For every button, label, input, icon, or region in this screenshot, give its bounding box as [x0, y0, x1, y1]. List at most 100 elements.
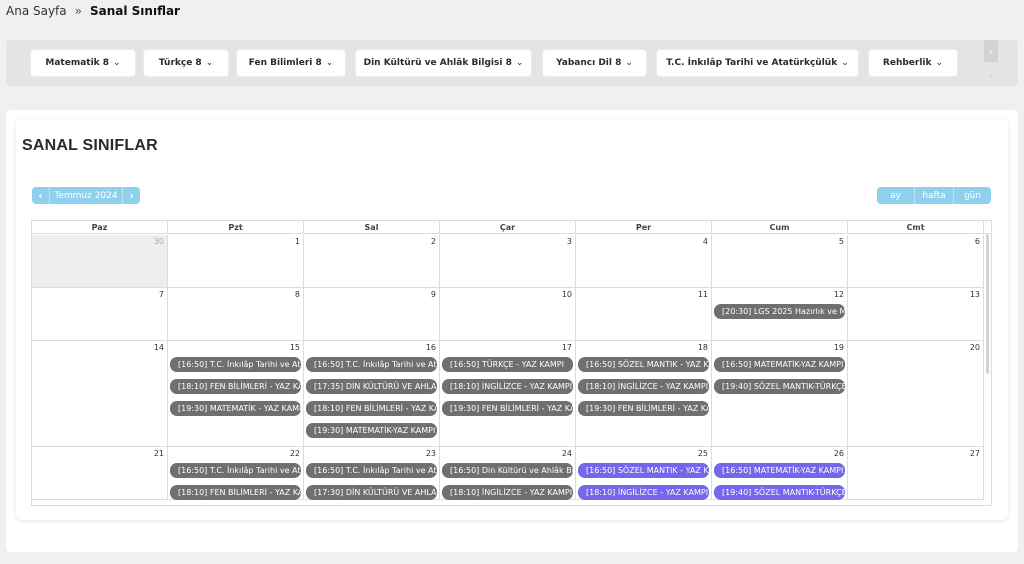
calendar-event[interactable]: [16:50] TÜRKÇE - YAZ KAMPI [442, 357, 573, 372]
weekday-header: Cum [712, 221, 848, 234]
subject-dropdown-yabanci-dil[interactable]: Yabancı Dil 8 ⌄ [543, 50, 646, 76]
calendar-event[interactable]: [17:30] DİN KÜLTÜRÜ VE AHLAK BİLGİSİ [306, 485, 437, 500]
calendar-day-cell[interactable]: 3 [440, 235, 576, 288]
breadcrumb-home-link[interactable]: Ana Sayfa [6, 4, 67, 18]
calendar-event[interactable]: [16:50] MATEMATİK-YAZ KAMPI [714, 463, 845, 478]
calendar-event[interactable]: [16:50] SÖZEL MANTIK - YAZ KAMPI [578, 357, 709, 372]
month-navigation: ‹ Temmuz 2024 › [32, 187, 140, 204]
subject-bar: Matematik 8 ⌄ Türkçe 8 ⌄ Fen Bilimleri 8 ⌄ … [6, 40, 1018, 86]
breadcrumb: Ana Sayfa » Sanal Sınıflar [6, 3, 180, 19]
day-number: 11 [697, 290, 708, 299]
subject-label: T.C. İnkılâp Tarihi ve Atatürkçülük [666, 58, 838, 68]
chevron-down-icon: ⌄ [935, 58, 944, 68]
day-number: 21 [153, 449, 164, 458]
month-calendar-grid: Paz Pzt Sal Çar Per Cum Cmt 30 1 2 3 4 5 6 7 8 9 10 11 12 1… [31, 220, 992, 506]
subject-label: Türkçe 8 [158, 58, 202, 68]
day-number: 15 [289, 343, 300, 352]
calendar-event[interactable]: [16:50] T.C. İnkılâp Tarihi ve Atatürkçü… [306, 357, 437, 372]
subject-dropdown-turkce[interactable]: Türkçe 8 ⌄ [144, 50, 228, 76]
day-number: 7 [158, 290, 164, 299]
calendar-day-cell[interactable]: 27 [848, 447, 984, 500]
calendar-event[interactable]: [19:30] FEN BİLİMLERİ - YAZ KAMPI [578, 401, 709, 416]
calendar-day-cell[interactable]: 8 [168, 288, 304, 341]
calendar-event[interactable]: [16:50] SÖZEL MANTIK - YAZ KAMPI [578, 463, 709, 478]
calendar-event[interactable]: [19:30] MATEMATİK-YAZ KAMPI [306, 423, 437, 438]
chevron-left-icon: ‹ [38, 189, 43, 202]
weekday-header: Pzt [168, 221, 304, 234]
calendar-day-cell[interactable]: 1 [168, 235, 304, 288]
calendar-event[interactable]: [16:50] T.C. İnkılâp Tarihi ve Atatürkçü… [170, 463, 301, 478]
calendar-day-cell[interactable]: 13 [848, 288, 984, 341]
chevron-down-icon: ⌄ [841, 58, 849, 68]
view-month-button[interactable]: ay [877, 187, 914, 204]
chevron-left-icon[interactable]: ‹ [984, 64, 998, 86]
calendar-event[interactable]: [18:10] FEN BİLİMLERİ - YAZ KAMPI [170, 485, 301, 500]
day-number: 18 [697, 343, 708, 352]
calendar-event[interactable]: [16:50] T.C. İnkılâp Tarihi ve Atatürkçü… [170, 357, 301, 372]
calendar-event[interactable]: [16:50] Din Kültürü ve Ahlâk Bilgisi [442, 463, 573, 478]
calendar-event[interactable]: [19:40] SÖZEL MANTIK-TÜRKÇE [714, 485, 845, 500]
chevron-right-icon[interactable]: › [984, 40, 998, 62]
subject-dropdown-din[interactable]: Din Kültürü ve Ahlâk Bilgisi 8 ⌄ [356, 50, 531, 76]
calendar-event[interactable]: [19:30] MATEMATİK - YAZ KAMPI [170, 401, 301, 416]
day-number: 20 [969, 343, 980, 352]
calendar-day-cell[interactable]: 20 [848, 341, 984, 447]
prev-month-button[interactable]: ‹ [32, 187, 50, 204]
subject-dropdown-matematik[interactable]: Matematik 8 ⌄ [31, 50, 135, 76]
day-number: 19 [833, 343, 844, 352]
calendar-day-cell[interactable]: 14 [32, 341, 168, 447]
weekday-header: Çar [440, 221, 576, 234]
weekday-header: Per [576, 221, 712, 234]
view-day-button[interactable]: gün [953, 187, 991, 204]
day-number: 22 [289, 449, 300, 458]
page-title: SANAL SINIFLAR [22, 137, 158, 154]
calendar-event[interactable]: [18:10] İNGİLİZCE - YAZ KAMPI [442, 485, 573, 500]
day-number: 25 [697, 449, 708, 458]
subject-label: Matematik 8 [45, 58, 110, 68]
day-number: 13 [969, 290, 980, 299]
calendar-event[interactable]: [20:30] LGS 2025 Hazırlık ve Motivasyon [714, 304, 845, 319]
calendar-day-cell[interactable]: 5 [712, 235, 848, 288]
calendar-event[interactable]: [19:40] SÖZEL MANTIK-TÜRKÇE [714, 379, 845, 394]
next-month-button[interactable]: › [122, 187, 140, 204]
calendar-day-cell[interactable]: 6 [848, 235, 984, 288]
chevron-down-icon: ⌄ [325, 58, 334, 68]
calendar-card: SANAL SINIFLAR ‹ Temmuz 2024 › ay hafta … [16, 120, 1008, 520]
calendar-event[interactable]: [16:50] MATEMATİK-YAZ KAMPI [714, 357, 845, 372]
day-number: 8 [294, 290, 300, 299]
subject-label: Din Kültürü ve Ahlâk Bilgisi 8 [363, 58, 512, 68]
calendar-day-cell[interactable]: 21 [32, 447, 168, 500]
calendar-event[interactable]: [19:30] FEN BİLİMLERİ - YAZ KAMPI [442, 401, 573, 416]
day-number: 16 [425, 343, 436, 352]
calendar-event[interactable]: [18:10] İNGİLİZCE - YAZ KAMPI [578, 379, 709, 394]
calendar-day-cell[interactable]: 4 [576, 235, 712, 288]
calendar-day-cell[interactable]: 30 [32, 235, 168, 288]
day-number: 23 [425, 449, 436, 458]
calendar-event[interactable]: [18:10] İNGİLİZCE - YAZ KAMPI [442, 379, 573, 394]
day-number: 24 [561, 449, 572, 458]
calendar-scrollbar[interactable] [986, 234, 989, 374]
day-number: 1 [294, 237, 300, 246]
calendar-event[interactable]: [18:10] FEN BİLİMLERİ - YAZ KAMPI [306, 401, 437, 416]
calendar-event[interactable]: [18:10] İNGİLİZCE - YAZ KAMPI [578, 485, 709, 500]
calendar-day-cell[interactable]: 9 [304, 288, 440, 341]
calendar-day-cell[interactable]: 7 [32, 288, 168, 341]
calendar-day-cell[interactable]: 2 [304, 235, 440, 288]
calendar-event[interactable]: [16:50] T.C. İnkılâp Tarihi ve Atatürkçü… [306, 463, 437, 478]
subject-dropdown-inkilap[interactable]: T.C. İnkılâp Tarihi ve Atatürkçülük ⌄ [657, 50, 858, 76]
calendar-event[interactable]: [18:10] FEN BİLİMLERİ - YAZ KAMPI [170, 379, 301, 394]
weekday-header: Sal [304, 221, 440, 234]
weekday-header: Paz [32, 221, 168, 234]
calendar-event[interactable]: [17:35] DİN KÜLTÜRÜ VE AHLAK BİLGİSİ [306, 379, 437, 394]
calendar-day-cell[interactable]: 11 [576, 288, 712, 341]
subject-label: Fen Bilimleri 8 [248, 58, 322, 68]
view-switch: ay hafta gün [877, 187, 991, 204]
subject-dropdown-fen[interactable]: Fen Bilimleri 8 ⌄ [237, 50, 345, 76]
subject-dropdown-rehberlik[interactable]: Rehberlik ⌄ [869, 50, 957, 76]
calendar-day-cell[interactable]: 10 [440, 288, 576, 341]
view-week-button[interactable]: hafta [914, 187, 953, 204]
month-label: Temmuz 2024 [54, 190, 118, 201]
day-number: 9 [430, 290, 436, 299]
day-number: 5 [838, 237, 844, 246]
day-number: 14 [153, 343, 164, 352]
